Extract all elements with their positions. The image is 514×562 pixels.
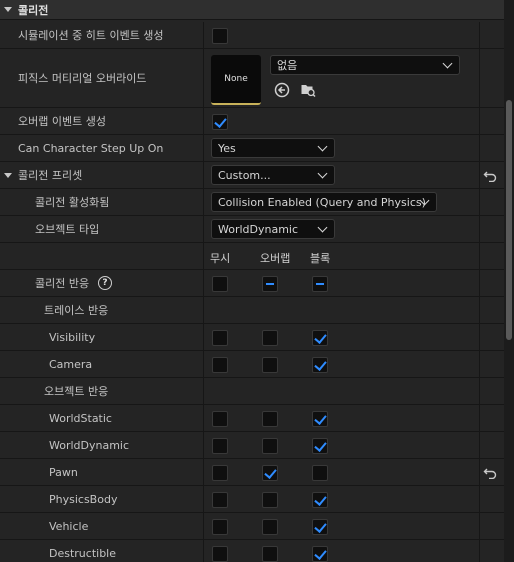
block-checkbox[interactable]: [312, 438, 328, 454]
collision-section-header[interactable]: 콜리전: [0, 0, 504, 20]
reset-to-default-icon[interactable]: [483, 467, 497, 479]
block-checkbox[interactable]: [312, 546, 328, 562]
step-up-label: Can Character Step Up On: [18, 141, 164, 155]
chevron-down-icon: [317, 222, 328, 233]
block-checkbox[interactable]: [312, 492, 328, 508]
collision-enabled-value: Collision Enabled (Query and Physics): [218, 195, 426, 209]
response-row: PhysicsBody: [0, 486, 504, 513]
expand-arrow-icon[interactable]: [4, 173, 12, 178]
response-row: Visibility: [0, 324, 504, 351]
ignore-checkbox[interactable]: [212, 465, 228, 481]
row-collision-presets: 콜리전 프리셋 Custom...: [0, 162, 504, 189]
block-checkbox[interactable]: [312, 411, 328, 427]
object-type-label: 오브젝트 타입: [35, 223, 100, 236]
row-sim-hit-events: 시뮬레이션 중 히트 이벤트 생성: [0, 22, 504, 49]
column-overlap: 오버랩: [260, 252, 291, 265]
ignore-checkbox[interactable]: [212, 438, 228, 454]
row-overlap-events: 오버랩 이벤트 생성: [0, 108, 504, 135]
object-type-combo[interactable]: WorldDynamic: [211, 219, 335, 239]
overlap-events-checkbox[interactable]: [212, 114, 228, 130]
response-channel-name: Destructible: [49, 546, 116, 560]
all-overlap-checkbox[interactable]: [262, 276, 278, 292]
response-channel-name: Camera: [49, 357, 93, 371]
collapse-arrow-icon[interactable]: [4, 7, 12, 12]
object-responses-label: 오브젝트 반응: [44, 385, 109, 398]
block-checkbox[interactable]: [312, 465, 328, 481]
response-row: WorldDynamic: [0, 432, 504, 459]
chevron-down-icon: [442, 58, 453, 69]
thumbnail-none-text: None: [224, 74, 248, 84]
overlap-events-label: 오버랩 이벤트 생성: [18, 115, 106, 128]
all-block-checkbox[interactable]: [312, 276, 328, 292]
collision-enabled-label: 콜리전 활성화됨: [35, 196, 110, 209]
response-channel-name: Pawn: [49, 465, 78, 479]
help-icon[interactable]: ?: [98, 276, 112, 290]
block-checkbox[interactable]: [312, 330, 328, 346]
overlap-checkbox[interactable]: [262, 465, 278, 481]
overlap-checkbox[interactable]: [262, 411, 278, 427]
browse-folder-icon[interactable]: [300, 82, 316, 98]
arrow-left-circle-icon[interactable]: [274, 82, 290, 98]
response-channel-name: WorldStatic: [49, 411, 112, 425]
response-row: Pawn: [0, 459, 504, 486]
ignore-checkbox[interactable]: [212, 546, 228, 562]
overlap-checkbox[interactable]: [262, 546, 278, 562]
presets-value: Custom...: [218, 168, 271, 182]
response-channel-name: Visibility: [49, 330, 96, 344]
object-type-value: WorldDynamic: [218, 222, 299, 236]
row-collision-enabled: 콜리전 활성화됨 Collision Enabled (Query and Ph…: [0, 189, 504, 216]
overlap-checkbox[interactable]: [262, 519, 278, 535]
overlap-checkbox[interactable]: [262, 357, 278, 373]
step-up-combo[interactable]: Yes: [211, 138, 335, 158]
presets-combo[interactable]: Custom...: [211, 165, 335, 185]
response-channel-name: PhysicsBody: [49, 492, 118, 506]
response-row: WorldStatic: [0, 405, 504, 432]
response-row: Destructible: [0, 540, 504, 562]
section-title: 콜리전: [18, 3, 49, 17]
column-block: 블록: [310, 252, 331, 265]
row-step-up: Can Character Step Up On Yes: [0, 135, 504, 162]
phys-material-thumbnail[interactable]: None: [211, 55, 261, 105]
response-row: Camera: [0, 351, 504, 378]
column-ignore: 무시: [210, 252, 231, 265]
phys-material-combo[interactable]: 없음: [270, 55, 460, 75]
ignore-checkbox[interactable]: [212, 492, 228, 508]
sim-hit-events-label: 시뮬레이션 중 히트 이벤트 생성: [18, 29, 164, 42]
phys-material-value: 없음: [277, 59, 298, 72]
help-icon-glyph: ?: [102, 278, 108, 288]
ignore-checkbox[interactable]: [212, 411, 228, 427]
ignore-checkbox[interactable]: [212, 519, 228, 535]
sim-hit-events-checkbox[interactable]: [212, 28, 228, 44]
chevron-down-icon: [317, 141, 328, 152]
details-panel: 콜리전 시뮬레이션 중 히트 이벤트 생성 피직스 머티리얼 오버라이드 Non…: [0, 0, 504, 562]
all-ignore-checkbox[interactable]: [212, 276, 228, 292]
row-collision-responses: 콜리전 반응 ?: [0, 270, 504, 297]
chevron-down-icon: [317, 168, 328, 179]
overlap-checkbox[interactable]: [262, 330, 278, 346]
step-up-value: Yes: [218, 141, 236, 155]
overlap-checkbox[interactable]: [262, 492, 278, 508]
response-row: Vehicle: [0, 513, 504, 540]
overlap-checkbox[interactable]: [262, 438, 278, 454]
response-channel-name: WorldDynamic: [49, 438, 130, 452]
ignore-checkbox[interactable]: [212, 357, 228, 373]
presets-label: 콜리전 프리셋: [18, 169, 83, 182]
phys-material-label: 피직스 머티리얼 오버라이드: [18, 72, 147, 85]
row-object-responses-header: 오브젝트 반응: [0, 378, 504, 405]
row-column-headers: 무시 오버랩 블록: [0, 243, 504, 270]
block-checkbox[interactable]: [312, 519, 328, 535]
trace-responses-label: 트레이스 반응: [44, 304, 109, 317]
row-object-type: 오브젝트 타입 WorldDynamic: [0, 216, 504, 243]
collision-responses-label: 콜리전 반응: [35, 277, 90, 290]
block-checkbox[interactable]: [312, 357, 328, 373]
ignore-checkbox[interactable]: [212, 330, 228, 346]
scrollbar-thumb[interactable]: [506, 100, 512, 340]
row-trace-responses-header: 트레이스 반응: [0, 297, 504, 324]
response-channel-name: Vehicle: [49, 519, 89, 533]
collision-enabled-combo[interactable]: Collision Enabled (Query and Physics): [211, 192, 437, 212]
reset-to-default-icon[interactable]: [483, 170, 497, 182]
